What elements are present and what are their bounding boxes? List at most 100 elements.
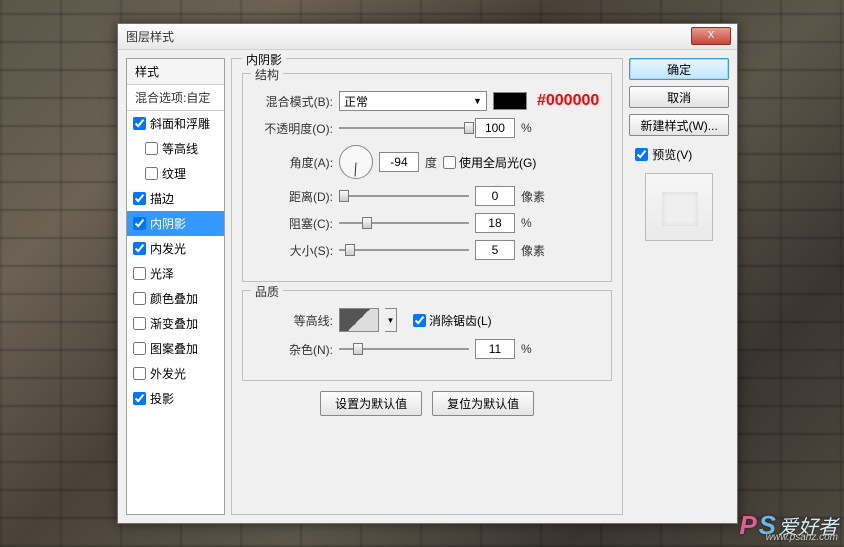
style-item-4[interactable]: 内阴影	[127, 211, 224, 236]
preview-checkbox[interactable]: 预览(V)	[635, 146, 729, 163]
dialog-body: 样式 混合选项:自定 斜面和浮雕等高线纹理描边内阴影内发光光泽颜色叠加渐变叠加图…	[118, 50, 737, 523]
settings-panel: 内阴影 结构 混合模式(B): 正常 ▼ #000000 不透明度(O):	[231, 58, 623, 515]
layer-style-dialog: 图层样式 X 样式 混合选项:自定 斜面和浮雕等高线纹理描边内阴影内发光光泽颜色…	[117, 23, 738, 524]
distance-input[interactable]	[475, 186, 515, 206]
opacity-slider[interactable]	[339, 119, 469, 137]
opacity-input[interactable]	[475, 118, 515, 138]
style-item-2[interactable]: 纹理	[127, 161, 224, 186]
style-item-label: 内阴影	[150, 215, 186, 232]
titlebar[interactable]: 图层样式 X	[118, 24, 737, 50]
make-default-button[interactable]: 设置为默认值	[320, 391, 422, 416]
color-hex-annotation: #000000	[537, 92, 599, 110]
opacity-unit: %	[521, 121, 532, 135]
preview-input[interactable]	[635, 148, 648, 161]
size-label: 大小(S):	[255, 242, 333, 259]
blend-mode-row: 混合模式(B): 正常 ▼ #000000	[255, 91, 599, 111]
noise-label: 杂色(N):	[255, 341, 333, 358]
style-checkbox[interactable]	[133, 317, 146, 330]
antialias-checkbox[interactable]: 消除锯齿(L)	[413, 312, 492, 329]
blend-options-default[interactable]: 混合选项:自定	[127, 85, 224, 111]
angle-label: 角度(A):	[255, 154, 333, 171]
choke-input[interactable]	[475, 213, 515, 233]
choke-unit: %	[521, 216, 532, 230]
style-checkbox[interactable]	[145, 167, 158, 180]
angle-input[interactable]	[379, 152, 419, 172]
contour-picker[interactable]	[339, 308, 379, 332]
style-item-10[interactable]: 外发光	[127, 361, 224, 386]
size-unit: 像素	[521, 242, 545, 259]
noise-input[interactable]	[475, 339, 515, 359]
style-checkbox[interactable]	[133, 392, 146, 405]
style-item-label: 斜面和浮雕	[150, 115, 210, 132]
style-item-label: 等高线	[162, 140, 198, 157]
styles-header[interactable]: 样式	[127, 59, 224, 85]
style-checkbox[interactable]	[145, 142, 158, 155]
global-light-label: 使用全局光(G)	[459, 154, 536, 171]
style-item-6[interactable]: 光泽	[127, 261, 224, 286]
watermark: PS 爱好者 www.psahz.com	[739, 510, 838, 541]
contour-dropdown-arrow[interactable]: ▼	[385, 308, 397, 332]
noise-unit: %	[521, 342, 532, 356]
style-checkbox[interactable]	[133, 292, 146, 305]
style-item-label: 描边	[150, 190, 174, 207]
style-checkbox[interactable]	[133, 267, 146, 280]
reset-default-button[interactable]: 复位为默认值	[432, 391, 534, 416]
style-item-1[interactable]: 等高线	[127, 136, 224, 161]
angle-dial[interactable]	[339, 145, 373, 179]
size-input[interactable]	[475, 240, 515, 260]
style-checkbox[interactable]	[133, 242, 146, 255]
style-item-7[interactable]: 颜色叠加	[127, 286, 224, 311]
style-checkbox[interactable]	[133, 342, 146, 355]
style-checkbox[interactable]	[133, 367, 146, 380]
style-checkbox[interactable]	[133, 117, 146, 130]
noise-slider[interactable]	[339, 340, 469, 358]
choke-label: 阻塞(C):	[255, 215, 333, 232]
antialias-input[interactable]	[413, 314, 426, 327]
style-item-0[interactable]: 斜面和浮雕	[127, 111, 224, 136]
cancel-button[interactable]: 取消	[629, 86, 729, 108]
right-button-panel: 确定 取消 新建样式(W)... 预览(V)	[629, 58, 729, 515]
global-light-input[interactable]	[443, 156, 456, 169]
size-slider[interactable]	[339, 241, 469, 259]
close-button[interactable]: X	[691, 27, 731, 45]
contour-label: 等高线:	[255, 312, 333, 329]
style-item-5[interactable]: 内发光	[127, 236, 224, 261]
style-item-9[interactable]: 图案叠加	[127, 336, 224, 361]
structure-fieldset: 结构 混合模式(B): 正常 ▼ #000000 不透明度(O):	[242, 73, 612, 282]
distance-unit: 像素	[521, 188, 545, 205]
style-item-3[interactable]: 描边	[127, 186, 224, 211]
style-checkbox[interactable]	[133, 192, 146, 205]
style-item-label: 内发光	[150, 240, 186, 257]
color-swatch[interactable]	[493, 92, 527, 110]
distance-row: 距离(D): 像素	[255, 186, 599, 206]
blend-mode-combo[interactable]: 正常 ▼	[339, 91, 487, 111]
style-checkbox[interactable]	[133, 217, 146, 230]
effect-outer: 内阴影 结构 混合模式(B): 正常 ▼ #000000 不透明度(O):	[231, 58, 623, 515]
opacity-row: 不透明度(O): %	[255, 118, 599, 138]
noise-row: 杂色(N): %	[255, 339, 599, 359]
window-title: 图层样式	[126, 28, 174, 45]
style-item-label: 渐变叠加	[150, 315, 198, 332]
global-light-checkbox[interactable]: 使用全局光(G)	[443, 154, 536, 171]
style-item-label: 光泽	[150, 265, 174, 282]
blend-mode-label: 混合模式(B):	[255, 93, 333, 110]
size-row: 大小(S): 像素	[255, 240, 599, 260]
new-style-button[interactable]: 新建样式(W)...	[629, 114, 729, 136]
style-item-label: 颜色叠加	[150, 290, 198, 307]
style-item-11[interactable]: 投影	[127, 386, 224, 411]
preview-thumbnail	[645, 173, 713, 241]
contour-row: 等高线: ▼ 消除锯齿(L)	[255, 308, 599, 332]
style-item-8[interactable]: 渐变叠加	[127, 311, 224, 336]
preview-label: 预览(V)	[652, 146, 692, 163]
chevron-down-icon: ▼	[473, 96, 482, 106]
distance-slider[interactable]	[339, 187, 469, 205]
styles-list-panel: 样式 混合选项:自定 斜面和浮雕等高线纹理描边内阴影内发光光泽颜色叠加渐变叠加图…	[126, 58, 225, 515]
quality-legend: 品质	[251, 283, 283, 300]
angle-unit: 度	[425, 154, 437, 171]
ok-button[interactable]: 确定	[629, 58, 729, 80]
antialias-label: 消除锯齿(L)	[429, 312, 492, 329]
choke-slider[interactable]	[339, 214, 469, 232]
watermark-url: www.psahz.com	[766, 532, 838, 543]
watermark-p: P	[739, 510, 756, 541]
style-item-label: 图案叠加	[150, 340, 198, 357]
